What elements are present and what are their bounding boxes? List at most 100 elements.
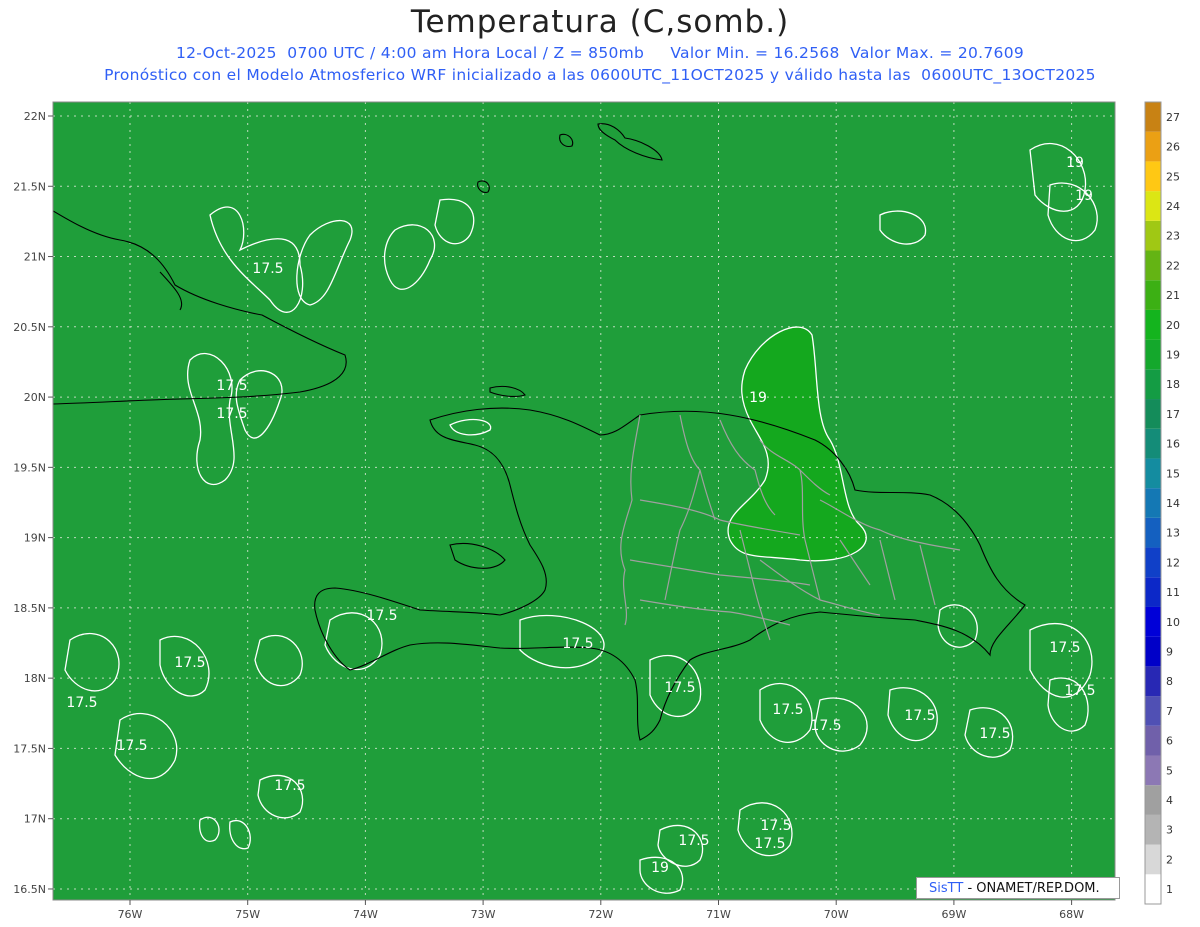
lon-tick-label: 72W [588,908,613,921]
lat-tick-label: 17.5N [13,742,46,755]
lon-tick-label: 71W [706,908,731,921]
lat-tick-label: 22N [24,110,46,123]
lat-tick-label: 21.5N [13,180,46,193]
colorbar-swatch [1145,458,1161,489]
colorbar-swatch [1145,309,1161,340]
colorbar-label: 3 [1166,824,1173,837]
colorbar-label: 4 [1166,794,1173,807]
lon-tick-label: 69W [941,908,966,921]
colorbar-label: 2 [1166,853,1173,866]
colorbar-label: 15 [1166,467,1180,480]
lon-tick-label: 74W [353,908,378,921]
contour-label: 17.5 [810,718,841,734]
colorbar-label: 18 [1166,378,1180,391]
contour-label: 17.5 [252,261,283,277]
contour-label: 17.5 [754,836,785,852]
lat-tick-label: 17N [24,813,46,826]
lat-tick-label: 16.5N [13,883,46,896]
colorbar-label: 13 [1166,527,1180,540]
colorbar-swatch [1145,488,1161,518]
colorbar-swatch [1145,280,1161,310]
contour-label: 17.5 [216,406,247,422]
lon-tick-label: 73W [471,908,496,921]
contour-label: 17.5 [904,708,935,724]
colorbar-label: 22 [1166,259,1180,272]
credit-agency: - ONAMET/REP.DOM. [967,881,1100,896]
credit-box: SisTT - ONAMET/REP.DOM. [916,877,1120,899]
colorbar-swatch [1145,577,1161,607]
colorbar-label: 20 [1166,319,1180,332]
colorbar-swatch [1145,131,1161,162]
colorbar-swatch [1145,844,1161,875]
colorbar-label: 26 [1166,141,1180,154]
colorbar-swatch [1145,606,1161,637]
colorbar-label: 6 [1166,735,1173,748]
credit-system: SisTT [929,881,964,896]
colorbar-swatch [1145,399,1161,429]
colorbar-swatch [1145,220,1161,251]
colorbar-label: 23 [1166,230,1180,243]
colorbar-label: 16 [1166,438,1180,451]
contour-label: 19 [749,390,767,406]
contour-label: 17.5 [678,833,709,849]
contour-label: 17.5 [216,378,247,394]
contour-label: 17.5 [1049,640,1080,656]
lat-tick-label: 18.5N [13,602,46,615]
lon-tick-label: 75W [235,908,260,921]
colorbar-swatch [1145,725,1161,756]
colorbar-label: 14 [1166,497,1180,510]
colorbar-label: 7 [1166,705,1173,718]
colorbar-label: 24 [1166,200,1180,213]
lat-tick-label: 18N [24,672,46,685]
lat-tick-label: 20N [24,391,46,404]
colorbar-label: 11 [1166,586,1180,599]
contour-label: 19 [651,860,669,876]
colorbar-swatch [1145,191,1161,221]
colorbar-swatch [1145,339,1161,370]
contour-label: 17.5 [664,680,695,696]
lat-tick-label: 20.5N [13,321,46,334]
contour-label: 17.5 [1064,683,1095,699]
colorbar-label: 5 [1166,764,1173,777]
colorbar-swatch [1145,428,1161,459]
colorbar-swatch [1145,755,1161,786]
latitude-axis: 22N 21.5N 21N 20.5N 20N 19.5N 19N 18.5N 18N 17.5N… [13,110,53,896]
contour-label: 17.5 [366,608,397,624]
colorbar-label: 27 [1166,111,1180,124]
colorbar: 1234567891011121314151617181920212223242… [1144,101,1180,905]
contour-label: 17.5 [760,818,791,834]
colorbar-label: 8 [1166,675,1173,688]
colorbar-label: 19 [1166,348,1180,361]
colorbar-label: 1 [1166,883,1173,896]
contour-label: 19 [1066,155,1084,171]
lon-tick-label: 68W [1059,908,1084,921]
contour-label: 17.5 [979,726,1010,742]
contour-label: 17.5 [772,702,803,718]
colorbar-swatch [1145,785,1161,815]
longitude-axis: 76W 75W 74W 73W 72W 71W 70W 69W 68W [118,900,1084,921]
colorbar-label: 21 [1166,289,1180,302]
colorbar-swatch [1145,161,1161,192]
lat-tick-label: 19.5N [13,461,46,474]
contour-label: 17.5 [174,655,205,671]
colorbar-label: 12 [1166,556,1180,569]
coast-jamaica-tip [35,632,50,660]
colorbar-swatch [1145,696,1161,726]
colorbar-swatch [1145,102,1161,132]
contour-label: 17.5 [116,738,147,754]
colorbar-swatch [1145,547,1161,578]
colorbar-label: 9 [1166,646,1173,659]
lat-tick-label: 21N [24,251,46,264]
colorbar-label: 25 [1166,170,1180,183]
colorbar-swatch [1145,250,1161,281]
map-figure: 17.5 17.5 17.5 17.5 17.5 17.5 17.5 17.5 17.5 17.5… [13,101,1180,921]
colorbar-swatch [1145,874,1161,904]
colorbar-swatch [1145,517,1161,548]
lon-tick-label: 76W [118,908,143,921]
contour-label: 19 [1075,188,1093,204]
colorbar-swatch [1145,814,1161,845]
colorbar-swatch [1145,369,1161,400]
lat-tick-label: 19N [24,532,46,545]
lon-tick-label: 70W [824,908,849,921]
colorbar-swatch [1145,666,1161,697]
